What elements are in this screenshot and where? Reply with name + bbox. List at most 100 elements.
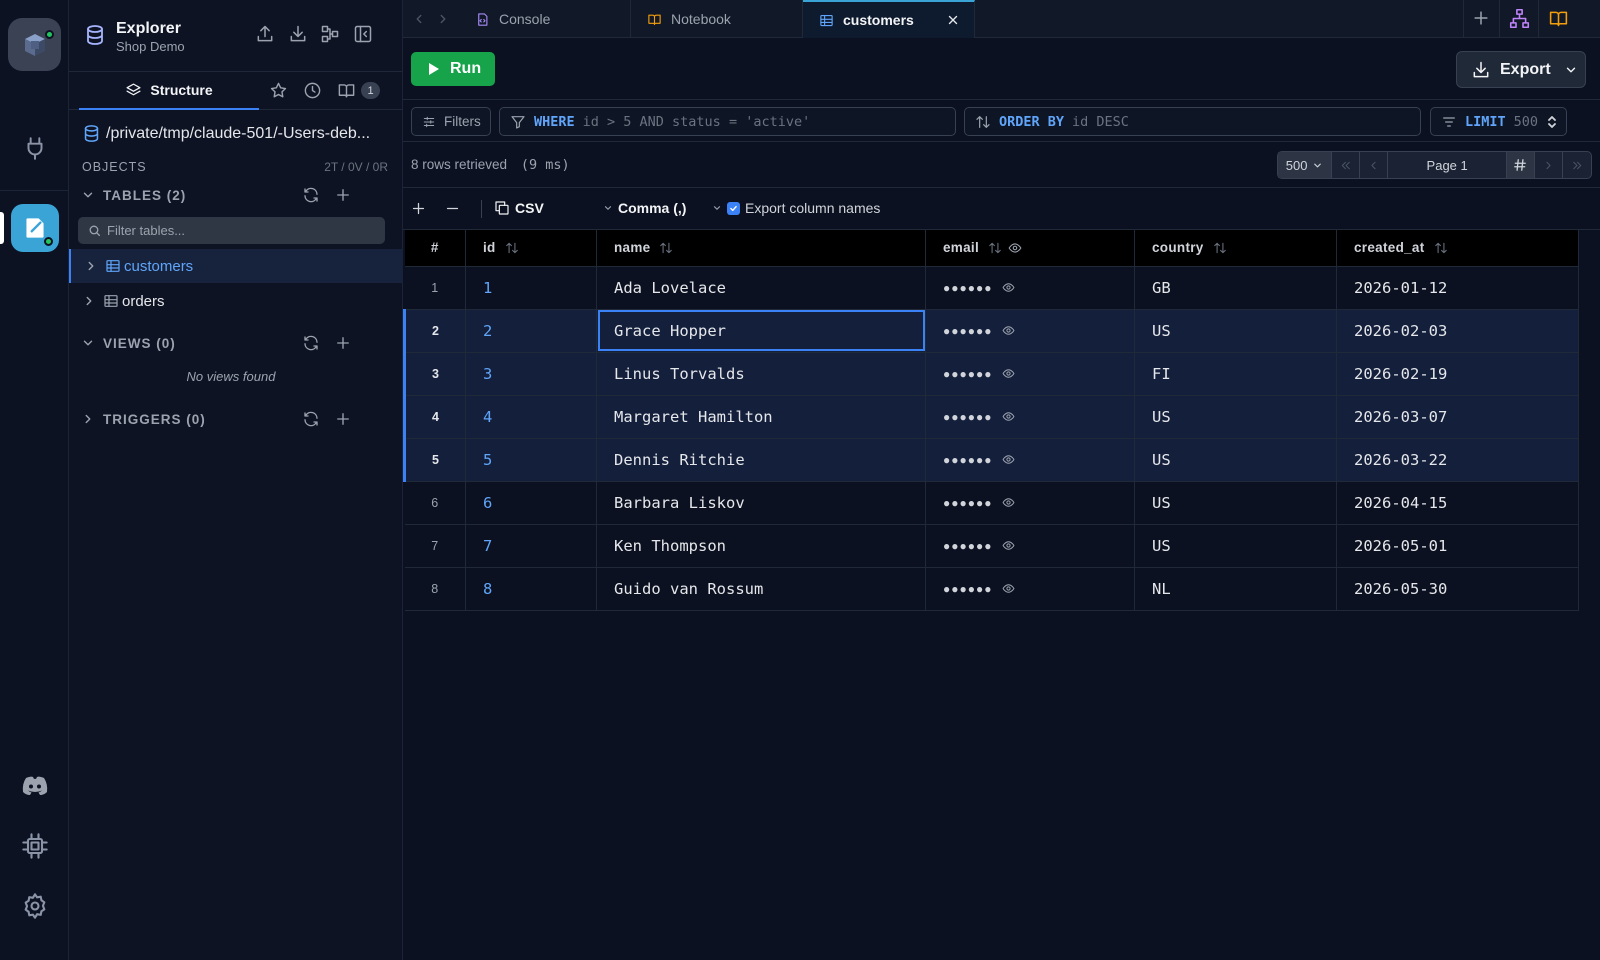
refresh-icon[interactable] <box>302 186 320 204</box>
cell-created-at[interactable]: 2026-03-22 <box>1336 438 1579 482</box>
database-path[interactable]: /private/tmp/claude-501/-Users-deb... <box>83 124 393 143</box>
eye-icon[interactable] <box>1001 410 1016 423</box>
cell-id[interactable]: 6 <box>465 481 597 525</box>
run-button[interactable]: Run <box>411 52 495 86</box>
cell-id[interactable]: 7 <box>465 524 597 568</box>
tab-customers[interactable]: customers <box>803 0 975 38</box>
eye-icon[interactable] <box>1001 324 1016 337</box>
cell-country[interactable]: FI <box>1134 352 1337 396</box>
table-row[interactable]: 7 7 Ken Thompson ●●●●●● US 2026-05-01 <box>404 524 1579 568</box>
schema-diagram-icon[interactable] <box>320 24 340 44</box>
page-size-select[interactable]: 500 <box>1278 152 1333 178</box>
cell-country[interactable]: US <box>1134 524 1337 568</box>
cell-country[interactable]: US <box>1134 481 1337 525</box>
export-names-checkbox[interactable] <box>727 201 740 215</box>
cell-id[interactable]: 4 <box>465 395 597 439</box>
cell-email[interactable]: ●●●●●● <box>925 524 1135 568</box>
last-page-button[interactable] <box>1563 152 1591 178</box>
close-icon[interactable] <box>946 13 960 27</box>
filters-button[interactable]: Filters <box>411 107 491 136</box>
cell-country[interactable]: GB <box>1134 266 1337 310</box>
cell-country[interactable]: NL <box>1134 567 1337 611</box>
schema-tree-icon[interactable] <box>1509 8 1530 29</box>
star-icon[interactable] <box>269 81 288 100</box>
table-row[interactable]: 5 5 Dennis Ritchie ●●●●●● US 2026-03-22 <box>403 438 1579 482</box>
cell-email[interactable]: ●●●●●● <box>925 395 1135 439</box>
row-number-cell[interactable]: 8 <box>404 567 466 611</box>
collapse-sidebar-icon[interactable] <box>353 24 373 44</box>
where-clause-field[interactable]: WHERE id > 5 AND status = 'active' <box>499 107 956 136</box>
first-page-button[interactable] <box>1332 152 1361 178</box>
row-number-cell[interactable]: 3 <box>403 352 466 396</box>
cell-name[interactable]: Ada Lovelace <box>596 266 926 310</box>
sidebar-item-customers[interactable]: customers <box>69 249 403 283</box>
cell-created-at[interactable]: 2026-02-03 <box>1336 309 1579 353</box>
sort-arrows-icon[interactable] <box>987 241 1003 255</box>
tab-console[interactable]: Console <box>459 0 631 38</box>
column-header-name[interactable]: name <box>596 230 926 267</box>
sort-arrows-icon[interactable] <box>1212 241 1228 255</box>
table-row[interactable]: 3 3 Linus Torvalds ●●●●●● FI 2026-02-19 <box>403 352 1579 396</box>
forward-arrow-icon[interactable] <box>436 11 450 27</box>
cell-name[interactable]: Dennis Ritchie <box>596 438 926 482</box>
sql-editor-icon[interactable] <box>11 204 59 252</box>
delimiter-select[interactable]: Comma (,) <box>603 200 686 216</box>
refresh-icon[interactable] <box>302 334 320 352</box>
column-header-id[interactable]: id <box>465 230 597 267</box>
cell-name[interactable]: Ken Thompson <box>596 524 926 568</box>
sort-arrows-icon[interactable] <box>504 241 520 255</box>
cell-country[interactable]: US <box>1134 395 1337 439</box>
upload-icon[interactable] <box>255 24 275 44</box>
add-view-icon[interactable] <box>334 334 352 352</box>
open-book-icon[interactable] <box>1548 8 1569 29</box>
cell-email[interactable]: ●●●●●● <box>925 567 1135 611</box>
cell-email[interactable]: ●●●●●● <box>925 438 1135 482</box>
cell-id[interactable]: 1 <box>465 266 597 310</box>
table-row[interactable]: 4 4 Margaret Hamilton ●●●●●● US 2026-03-07 <box>403 395 1579 439</box>
cell-created-at[interactable]: 2026-03-07 <box>1336 395 1579 439</box>
add-trigger-icon[interactable] <box>334 410 352 428</box>
sort-arrows-icon[interactable] <box>1433 241 1449 255</box>
limit-field[interactable]: LIMIT 500 <box>1430 107 1567 136</box>
cell-country[interactable]: US <box>1134 438 1337 482</box>
tables-section-header[interactable]: TABLES (2) <box>81 184 391 206</box>
views-section-header[interactable]: VIEWS (0) <box>81 332 391 354</box>
eye-icon[interactable] <box>1001 582 1016 595</box>
prev-page-button[interactable] <box>1360 152 1389 178</box>
row-number-cell[interactable]: 5 <box>403 438 466 482</box>
sort-arrows-icon[interactable] <box>658 241 674 255</box>
cell-name[interactable]: Linus Torvalds <box>596 352 926 396</box>
cell-email[interactable]: ●●●●●● <box>925 352 1135 396</box>
history-icon[interactable] <box>303 81 322 100</box>
eye-icon[interactable] <box>1001 281 1016 294</box>
cell-id[interactable]: 5 <box>465 438 597 482</box>
discord-icon[interactable] <box>11 762 59 810</box>
export-column-names-toggle[interactable]: Export column names <box>712 200 880 216</box>
add-table-icon[interactable] <box>334 186 352 204</box>
cell-country[interactable]: US <box>1134 309 1337 353</box>
stepper-icon[interactable] <box>1546 114 1558 130</box>
plug-icon[interactable] <box>11 124 59 172</box>
sidebar-item-orders[interactable]: orders <box>69 284 403 318</box>
refresh-icon[interactable] <box>302 410 320 428</box>
tab-structure[interactable]: Structure <box>79 72 259 110</box>
cell-id[interactable]: 8 <box>465 567 597 611</box>
export-button[interactable]: Export <box>1456 51 1586 88</box>
chip-icon[interactable] <box>11 822 59 870</box>
table-row[interactable]: 8 8 Guido van Rossum ●●●●●● NL 2026-05-30 <box>404 567 1579 611</box>
cell-created-at[interactable]: 2026-04-15 <box>1336 481 1579 525</box>
row-number-cell[interactable]: 7 <box>404 524 466 568</box>
filter-tables-input[interactable] <box>107 223 377 238</box>
delete-row-minus-icon[interactable] <box>444 200 461 217</box>
app-logo-icon[interactable] <box>8 18 61 71</box>
settings-gear-icon[interactable] <box>11 882 59 930</box>
cell-name[interactable]: Margaret Hamilton <box>596 395 926 439</box>
next-page-button[interactable] <box>1535 152 1564 178</box>
cell-id[interactable]: 3 <box>465 352 597 396</box>
back-arrow-icon[interactable] <box>412 11 426 27</box>
cell-email[interactable]: ●●●●●● <box>925 481 1135 525</box>
add-row-plus-icon[interactable] <box>410 200 427 217</box>
cell-name[interactable]: Barbara Liskov <box>596 481 926 525</box>
eye-icon[interactable] <box>1001 496 1016 509</box>
row-number-cell[interactable]: 4 <box>403 395 466 439</box>
